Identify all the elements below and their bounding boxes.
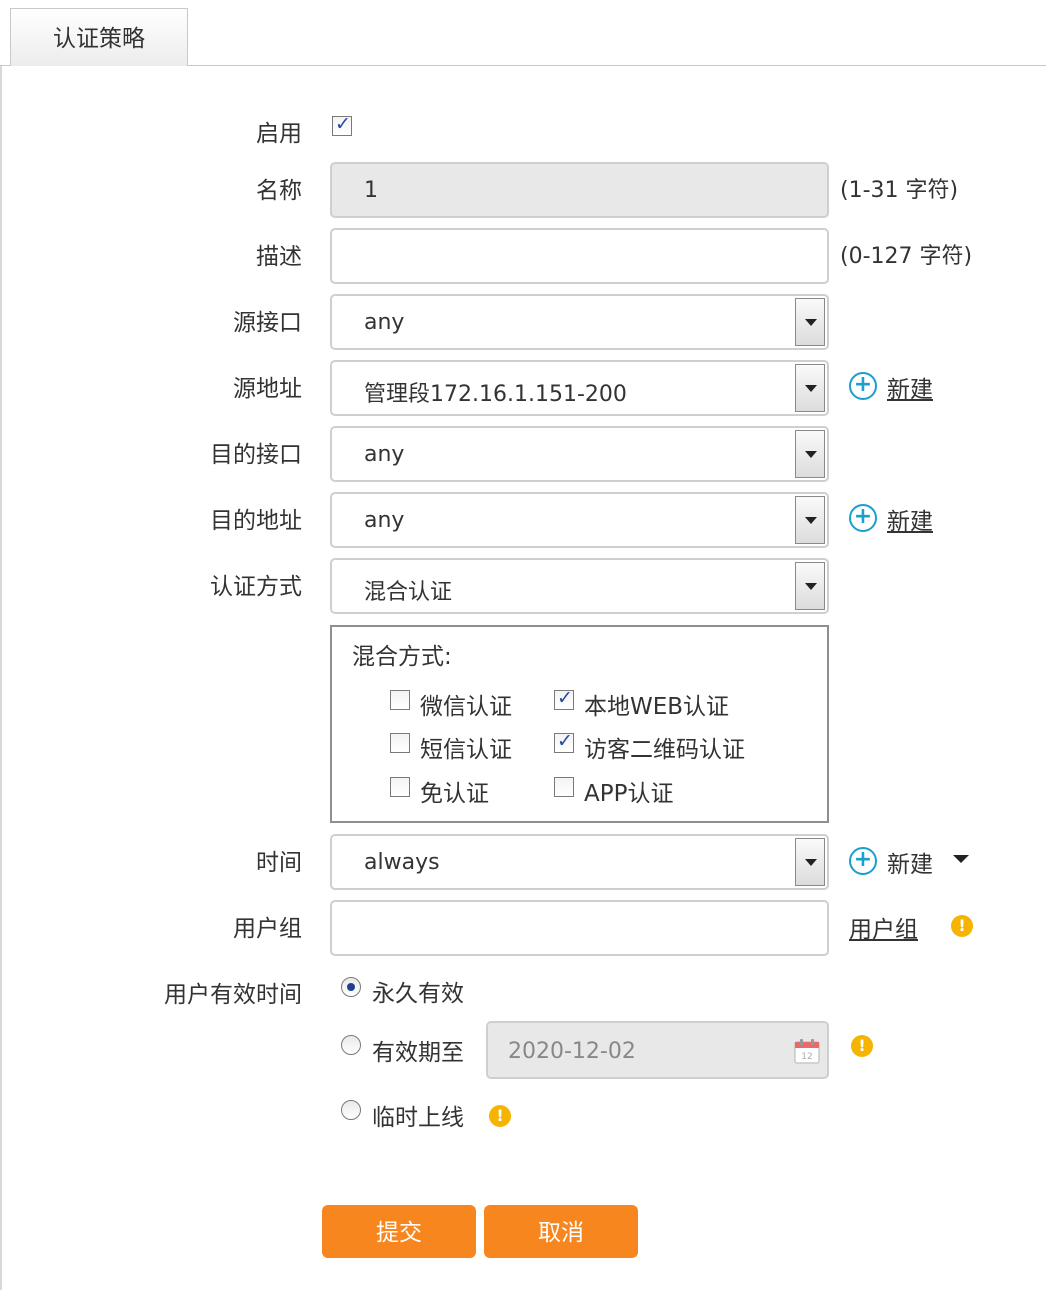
validity-permanent-label: 永久有效 <box>372 981 464 1007</box>
plus-circle-icon: + <box>849 504 877 532</box>
src-address-new-label: 新建 <box>887 377 933 403</box>
src-interface-label: 源接口 <box>233 310 302 336</box>
name-field[interactable]: 1 <box>330 162 829 218</box>
mix-no-auth-checkbox[interactable] <box>390 777 410 797</box>
time-new-label: 新建 <box>887 852 933 878</box>
caret-down-icon[interactable] <box>795 430 825 478</box>
src-address-label: 源地址 <box>233 376 302 402</box>
validity-until-radio[interactable] <box>341 1035 361 1055</box>
validity-label: 用户有效时间 <box>164 982 302 1008</box>
name-hint: (1-31 字符) <box>840 178 959 203</box>
description-label: 描述 <box>256 244 302 270</box>
mix-visitor-qr-label: 访客二维码认证 <box>584 737 745 763</box>
mix-local-web-label: 本地WEB认证 <box>584 694 730 720</box>
src-interface-value: any <box>364 310 405 335</box>
validity-date-field[interactable]: 2020-12-02 12 <box>486 1021 829 1079</box>
tab-auth-policy[interactable]: 认证策略 <box>10 8 188 66</box>
frame-border <box>0 66 2 1290</box>
caret-down-icon[interactable] <box>795 562 825 610</box>
validity-permanent-radio[interactable] <box>341 977 361 997</box>
mix-wechat-label: 微信认证 <box>420 694 512 720</box>
warning-icon[interactable]: ! <box>489 1105 511 1127</box>
user-group-field[interactable] <box>330 900 829 956</box>
auth-method-value: 混合认证 <box>364 580 453 605</box>
user-group-label: 用户组 <box>233 916 302 942</box>
caret-down-icon[interactable] <box>795 364 825 412</box>
caret-down-icon[interactable] <box>795 496 825 544</box>
calendar-day: 12 <box>801 1052 812 1062</box>
mix-local-web-checkbox[interactable] <box>554 687 574 710</box>
mix-app-label: APP认证 <box>584 781 674 807</box>
description-hint: (0-127 字符) <box>840 244 973 269</box>
plus-circle-icon: + <box>849 372 877 400</box>
caret-down-icon[interactable] <box>953 855 969 863</box>
src-address-value: 管理段172.16.1.151-200 <box>364 382 627 407</box>
time-label: 时间 <box>256 850 302 876</box>
enable-checkbox[interactable] <box>332 113 352 136</box>
description-field[interactable] <box>330 228 829 284</box>
enable-label: 启用 <box>256 121 302 147</box>
plus-circle-icon: + <box>849 847 877 875</box>
mix-sms-checkbox[interactable] <box>390 733 410 753</box>
submit-button[interactable]: 提交 <box>322 1205 476 1258</box>
mix-app-checkbox[interactable] <box>554 777 574 797</box>
calendar-icon[interactable]: 12 <box>793 1037 821 1065</box>
dst-address-value: any <box>364 508 405 533</box>
caret-down-icon[interactable] <box>795 838 825 886</box>
mix-no-auth-label: 免认证 <box>420 781 489 807</box>
auth-method-label: 认证方式 <box>210 574 302 600</box>
mix-wechat-checkbox[interactable] <box>390 690 410 710</box>
mix-visitor-qr-checkbox[interactable] <box>554 730 574 753</box>
name-label: 名称 <box>256 178 302 204</box>
caret-down-icon[interactable] <box>795 298 825 346</box>
validity-temporary-label: 临时上线 <box>372 1105 464 1131</box>
auth-method-select[interactable]: 混合认证 <box>330 558 829 614</box>
validity-date-value: 2020-12-02 <box>508 1039 636 1064</box>
dst-interface-value: any <box>364 442 405 467</box>
dst-interface-select[interactable]: any <box>330 426 829 482</box>
name-value: 1 <box>364 178 378 203</box>
tab-bar: 认证策略 <box>0 0 1046 66</box>
time-new-link[interactable]: + 新建 <box>849 845 979 878</box>
time-select[interactable]: always <box>330 834 829 890</box>
src-interface-select[interactable]: any <box>330 294 829 350</box>
validity-temporary-radio[interactable] <box>341 1100 361 1120</box>
warning-icon[interactable]: ! <box>851 1035 873 1057</box>
warning-icon[interactable]: ! <box>951 915 973 937</box>
dst-address-label: 目的地址 <box>210 508 302 534</box>
user-group-link[interactable]: 用户组 <box>849 910 918 944</box>
mix-method-box: 混合方式: 微信认证 本地WEB认证 短信认证 访客二维码认证 免认证 APP认… <box>330 625 829 823</box>
src-address-select[interactable]: 管理段172.16.1.151-200 <box>330 360 829 416</box>
dst-address-new-label: 新建 <box>887 509 933 535</box>
dst-address-select[interactable]: any <box>330 492 829 548</box>
cancel-button[interactable]: 取消 <box>484 1205 638 1258</box>
mix-method-title: 混合方式: <box>352 644 452 670</box>
validity-until-label: 有效期至 <box>372 1040 464 1066</box>
dst-interface-label: 目的接口 <box>210 442 302 468</box>
time-value: always <box>364 850 440 875</box>
mix-sms-label: 短信认证 <box>420 737 512 763</box>
